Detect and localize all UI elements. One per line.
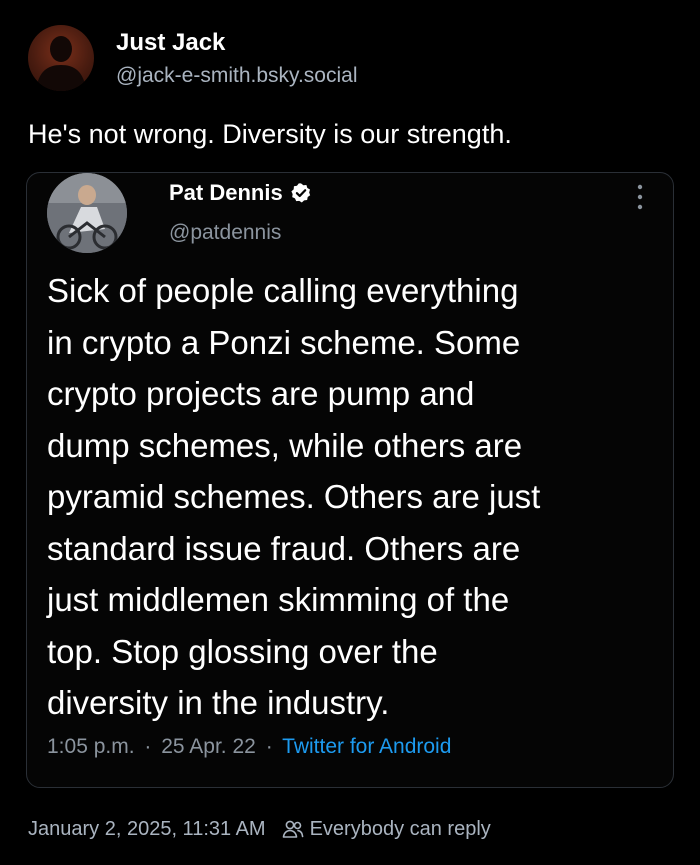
- quoted-name-row: Pat Dennis: [169, 179, 312, 207]
- post-text: He's not wrong. Diversity is our strengt…: [28, 119, 512, 149]
- quoted-names: Pat Dennis @patdennis: [169, 179, 312, 247]
- meta-separator: ·: [265, 735, 273, 758]
- quoted-meta: 1:05 p.m. · 25 Apr. 22 · Twitter for And…: [47, 733, 451, 761]
- author-avatar[interactable]: [28, 25, 94, 91]
- post-header: Just Jack @jack-e-smith.bsky.social: [28, 25, 357, 91]
- author-display-name[interactable]: Just Jack: [116, 28, 357, 58]
- quoted-source: Twitter for Android: [282, 735, 452, 758]
- quoted-time: 1:05 p.m.: [47, 735, 135, 758]
- avatar-silhouette-icon: [36, 36, 86, 91]
- quoted-body: Sick of people calling everything in cry…: [47, 272, 541, 721]
- quoted-date: 25 Apr. 22: [161, 735, 256, 758]
- post-footer: January 2, 2025, 11:31 AM Everybody can …: [28, 815, 491, 843]
- author-handle[interactable]: @jack-e-smith.bsky.social: [116, 62, 357, 90]
- post: Just Jack @jack-e-smith.bsky.social He's…: [0, 0, 700, 865]
- people-icon: [282, 820, 303, 838]
- quoted-avatar: [47, 173, 127, 253]
- quoted-avatar-photo: [47, 173, 127, 253]
- author-names: Just Jack @jack-e-smith.bsky.social: [116, 28, 357, 90]
- quoted-display-name: Pat Dennis: [169, 180, 283, 205]
- verified-badge-icon: [291, 183, 310, 203]
- meta-separator: ·: [144, 735, 152, 758]
- post-timestamp[interactable]: January 2, 2025, 11:31 AM: [28, 815, 266, 843]
- reply-setting[interactable]: Everybody can reply: [310, 815, 491, 843]
- quoted-handle: @patdennis: [169, 221, 282, 244]
- quoted-tweet-image[interactable]: Pat Dennis @patdennis Sick of people cal…: [26, 172, 674, 788]
- more-options-icon: [637, 184, 643, 210]
